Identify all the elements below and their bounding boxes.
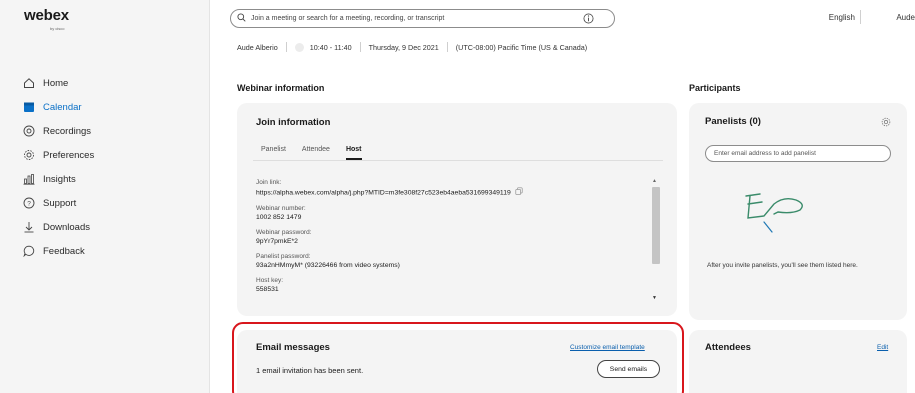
webinar-password-value: 9pYr7pmkE*2 [256, 238, 298, 245]
webinar-number-block: Webinar number: 1002 852 1479 [256, 204, 656, 222]
join-info-list: Join link: https://alpha.webex.com/alpha… [256, 178, 656, 300]
gear-icon [22, 148, 36, 162]
meeting-date: Thursday, 9 Dec 2021 [368, 42, 439, 52]
panelist-email-input[interactable]: Enter email address to add panelist [705, 145, 891, 162]
edit-attendees-link[interactable]: Edit [877, 344, 888, 351]
webinar-password-label: Webinar password: [256, 229, 312, 236]
webinar-password-block: Webinar password: 9pYr7pmkE*2 [256, 228, 656, 246]
divider [285, 42, 287, 52]
tab-attendee[interactable]: Attendee [302, 146, 330, 160]
sidebar-item-support[interactable]: ? Support [22, 191, 94, 215]
search-placeholder: Join a meeting or search for a meeting, … [251, 15, 445, 22]
panelists-card: Panelists (0) Enter email address to add… [689, 103, 907, 320]
join-link-label: Join link: [256, 179, 282, 186]
recordings-icon [22, 124, 36, 138]
search-icon [237, 13, 246, 24]
meeting-time: 10:40 - 11:40 [309, 42, 352, 52]
sidebar-item-label: Preferences [43, 149, 95, 161]
search-input[interactable]: Join a meeting or search for a meeting, … [230, 9, 615, 28]
meeting-host: Aude Alberio [237, 42, 278, 52]
sidebar-item-feedback[interactable]: Feedback [22, 239, 94, 263]
scrollbar[interactable]: ▲ ▼ [650, 178, 660, 303]
webinar-section-title: Webinar information [237, 83, 325, 93]
attendees-card: Attendees Edit [689, 330, 907, 393]
sidebar-item-label: Feedback [43, 245, 85, 257]
home-icon [22, 76, 36, 90]
calendar-icon [22, 100, 36, 114]
highlight-outline [232, 322, 684, 393]
sidebar-item-recordings[interactable]: Recordings [22, 119, 94, 143]
info-icon[interactable] [583, 13, 594, 26]
sidebar-item-label: Home [43, 77, 69, 89]
sidebar-item-calendar[interactable]: Calendar [22, 95, 94, 119]
role-tabs: Panelist Attendee Host [261, 146, 378, 160]
tab-host[interactable]: Host [345, 146, 362, 160]
sidebar-item-downloads[interactable]: Downloads [22, 215, 94, 239]
sidebar-item-preferences[interactable]: Preferences [22, 143, 94, 167]
user-menu[interactable]: Aude [896, 13, 915, 22]
logo-subtext: by cisco [50, 26, 65, 31]
scroll-up-arrow-icon[interactable]: ▲ [652, 178, 657, 184]
join-link-block: Join link: https://alpha.webex.com/alpha… [256, 178, 656, 198]
svg-text:?: ? [27, 200, 31, 207]
scroll-thumb[interactable] [652, 187, 660, 264]
meeting-meta: Aude Alberio 10:40 - 11:40 Thursday, 9 D… [237, 42, 587, 52]
participants-section-title: Participants [689, 83, 741, 93]
sidebar: webex by cisco Home Calendar Recordings [0, 0, 210, 393]
webinar-number-value: 1002 852 1479 [256, 214, 302, 221]
support-icon: ? [22, 196, 36, 210]
logo-text: webex [24, 7, 69, 24]
host-key-label: Host key: [256, 277, 284, 284]
tab-panelist[interactable]: Panelist [261, 146, 286, 160]
feedback-icon [22, 244, 36, 258]
scroll-down-arrow-icon[interactable]: ▼ [652, 295, 657, 301]
host-key-block: Host key: 558531 [256, 276, 656, 294]
join-information-card: Join information Panelist Attendee Host … [237, 103, 677, 316]
attendees-title: Attendees [705, 342, 751, 353]
divider [359, 42, 361, 52]
empty-panelists-message: After you invite panelists, you'll see t… [707, 262, 858, 269]
copy-icon[interactable] [515, 187, 523, 198]
divider [860, 10, 861, 24]
panelist-email-placeholder: Enter email address to add panelist [714, 150, 816, 157]
sidebar-nav: Home Calendar Recordings Preferences Ins… [22, 71, 94, 263]
divider [446, 42, 448, 52]
gear-icon[interactable] [881, 117, 891, 129]
sidebar-item-label: Downloads [43, 221, 90, 233]
panelist-password-label: Panelist password: [256, 253, 311, 260]
empty-state-illustration [734, 188, 834, 240]
join-link-value[interactable]: https://alpha.webex.com/alpha/j.php?MTID… [256, 187, 656, 198]
sidebar-item-label: Recordings [43, 125, 92, 137]
host-key-value: 558531 [256, 286, 279, 293]
panelist-password-block: Panelist password: 93a2nHMmyM* (93226466… [256, 252, 656, 270]
insights-icon [22, 172, 36, 186]
sidebar-item-home[interactable]: Home [22, 71, 94, 95]
webex-logo[interactable]: webex by cisco [24, 7, 69, 31]
webinar-number-label: Webinar number: [256, 205, 306, 212]
tabs-divider [253, 160, 663, 161]
meeting-timezone: (UTC-08:00) Pacific Time (US & Canada) [455, 42, 588, 52]
download-icon [22, 220, 36, 234]
panelists-title: Panelists (0) [705, 116, 761, 127]
sidebar-item-label: Calendar [43, 101, 82, 113]
sidebar-item-label: Insights [43, 173, 76, 185]
language-selector[interactable]: English [829, 13, 855, 22]
sidebar-item-insights[interactable]: Insights [22, 167, 94, 191]
join-link-url: https://alpha.webex.com/alpha/j.php?MTID… [256, 189, 511, 197]
sidebar-item-label: Support [43, 197, 77, 209]
panelist-password-value: 93a2nHMmyM* (93226466 from video systems… [256, 262, 400, 269]
join-information-title: Join information [256, 117, 331, 128]
clock-icon [294, 42, 304, 52]
